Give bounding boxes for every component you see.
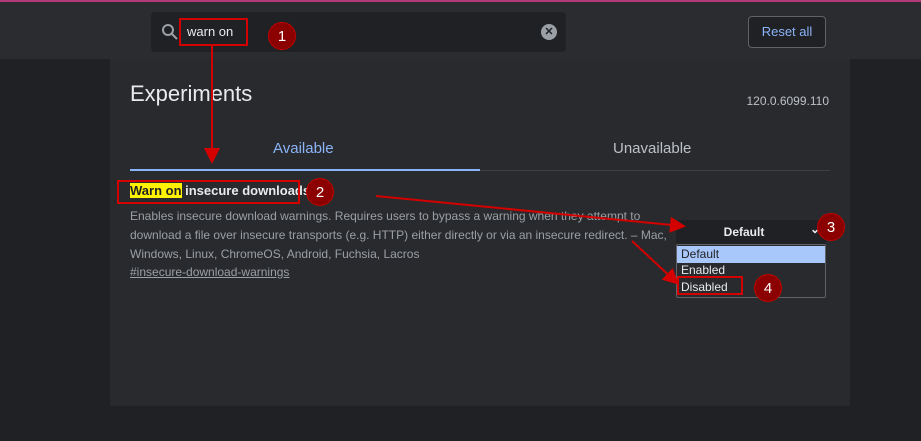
step-badge-3: 3: [817, 213, 845, 241]
annotation-box-title: [117, 180, 300, 204]
annotation-box-disabled: [677, 276, 743, 295]
arrow-2: [375, 195, 686, 233]
step-badge-4: 4: [754, 274, 782, 302]
annotation-box-search: [179, 18, 248, 46]
step-badge-1: 1: [268, 22, 296, 50]
step-badge-2: 2: [306, 178, 334, 206]
annotation-arrows: [204, 46, 686, 285]
arrow-3: [631, 240, 679, 285]
